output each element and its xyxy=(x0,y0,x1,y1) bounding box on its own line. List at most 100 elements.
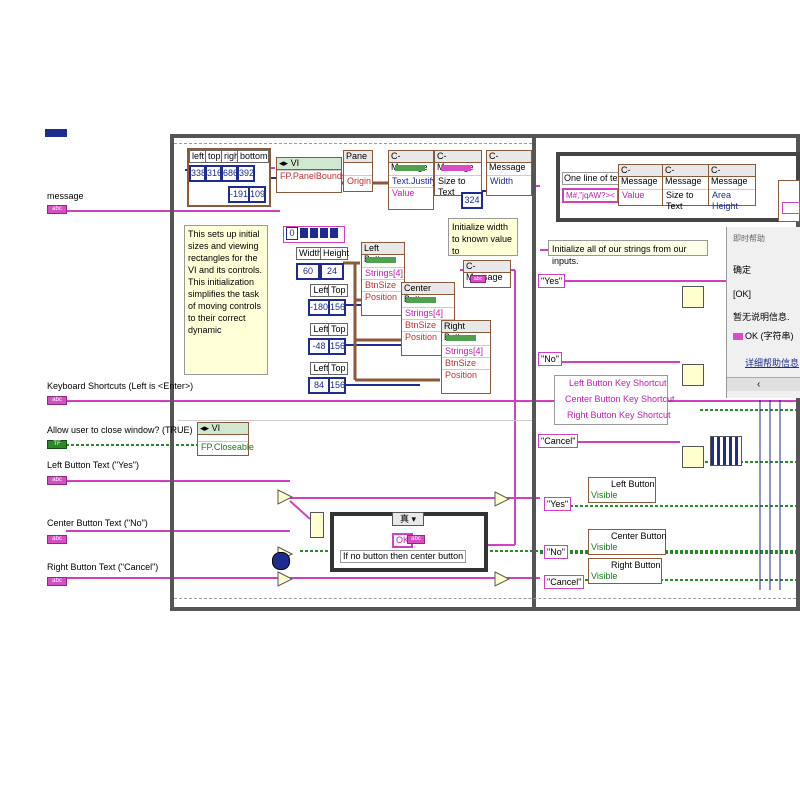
cancel-constant-1[interactable]: "Cancel" xyxy=(538,434,579,448)
left-button-visible-node[interactable]: Left Button Visible xyxy=(588,477,656,503)
bounds-value-left[interactable]: 338 xyxy=(189,165,206,182)
left-button-text-terminal[interactable]: abc xyxy=(47,476,67,485)
width-value[interactable]: 60 xyxy=(296,263,320,280)
index-array-icon xyxy=(710,436,742,466)
yes-constant-2[interactable]: "Yes" xyxy=(544,497,572,511)
case-selector[interactable]: 真 ▾ xyxy=(392,512,424,526)
message-terminal[interactable]: abc xyxy=(47,205,67,214)
cmessage-node-7[interactable]: C-Message Area Height xyxy=(708,164,756,211)
value-prop-1[interactable]: Value xyxy=(389,187,433,199)
no-constant-1[interactable]: "No" xyxy=(538,352,562,366)
compare-icon-4 xyxy=(494,491,511,507)
cmessage-node-3[interactable]: C-Message Width xyxy=(486,150,532,196)
cmessage-icon-2 xyxy=(441,165,471,171)
bundle-icon-3 xyxy=(682,446,704,468)
center-button-text-label: Center Button Text ("No") xyxy=(47,518,148,528)
cmessage-title-6: C-Message xyxy=(663,165,709,186)
top-value-2[interactable]: 156 xyxy=(328,338,346,355)
top-header-1: Top xyxy=(328,284,348,297)
allow-close-terminal[interactable]: TF xyxy=(47,440,67,449)
keyboard-shortcuts-terminal[interactable]: abc xyxy=(47,396,67,405)
build-array-icon xyxy=(310,512,324,538)
fp-panelbounds-prop[interactable]: FP.PanelBounds xyxy=(277,170,346,182)
btnsize-prop-1[interactable]: BtnSize xyxy=(362,279,404,291)
right-shortcut-prop[interactable]: Right Button Key Shortcut xyxy=(567,410,671,421)
pane-origin-y[interactable]: 109 xyxy=(248,186,266,203)
detailed-help-link[interactable]: 详细帮助信息 xyxy=(745,358,799,369)
right-button-text-label: Right Button Text ("Cancel") xyxy=(47,562,159,572)
visible-prop-1[interactable]: Visible xyxy=(591,490,617,501)
bounds-value-bottom[interactable]: 392 xyxy=(237,165,255,182)
origin-prop[interactable]: Origin xyxy=(344,175,372,187)
left-value-1[interactable]: -180 xyxy=(308,299,330,316)
strings4-prop-1[interactable]: Strings[4] xyxy=(362,267,404,279)
pane-origin-x[interactable]: -191 xyxy=(228,186,250,203)
visible-prop-2[interactable]: Visible xyxy=(591,542,617,553)
bounds-value-top[interactable]: 316 xyxy=(205,165,222,182)
text-justify-prop[interactable]: Text.Justify xyxy=(389,175,437,187)
cmessage-node-2[interactable]: C-Message Size to Text xyxy=(434,150,482,197)
right-button-node[interactable]: Right Button Strings[4] BtnSize Position xyxy=(441,320,491,394)
bounds-value-right[interactable]: 686 xyxy=(221,165,238,182)
center-shortcut-prop[interactable]: Center Button Key Shortcut xyxy=(565,394,675,405)
position-prop-1[interactable]: Position xyxy=(362,291,404,303)
pane-property-node[interactable]: Pane Origin xyxy=(343,150,373,192)
top-header-2: Top xyxy=(328,323,348,336)
cmessage-icon-1 xyxy=(395,165,425,171)
left-value-3[interactable]: 84 xyxy=(308,377,330,394)
right-button-text-terminal[interactable]: abc xyxy=(47,577,67,586)
strings4-prop-3[interactable]: Strings[4] xyxy=(442,345,490,357)
right-button-visible-node[interactable]: Right Button Visible xyxy=(588,558,662,584)
area-height-prop[interactable]: Area Height xyxy=(709,189,755,211)
left-shortcut-prop[interactable]: Left Button Key Shortcut xyxy=(569,378,667,389)
height-value[interactable]: 24 xyxy=(320,263,344,280)
cmessage-node-6[interactable]: C-Message Size to Text xyxy=(662,164,710,211)
left-button-node[interactable]: Left Button Strings[4] BtnSize Position xyxy=(361,242,405,316)
no-constant-2[interactable]: "No" xyxy=(544,545,568,559)
yes-constant-1[interactable]: "Yes" xyxy=(538,274,566,288)
or-function-icon xyxy=(272,552,290,570)
bundle-icon-2 xyxy=(682,364,704,386)
visible-prop-3[interactable]: Visible xyxy=(591,571,617,582)
width-prop[interactable]: Width xyxy=(487,175,531,187)
vi-closeable-node[interactable]: ◂▸ VI FP.Closeable xyxy=(197,422,254,456)
left-value-2[interactable]: -48 xyxy=(308,338,330,355)
cmessage-node-5[interactable]: C-Message Value xyxy=(618,164,664,206)
array-index-0[interactable]: 0 xyxy=(286,227,298,240)
partial-string-terminal xyxy=(782,202,800,214)
center-button-visible-node[interactable]: Center Button Visible xyxy=(588,529,667,555)
sample-string-constant[interactable]: M#,"jqAW?>< xyxy=(562,188,619,203)
cmessage-node-1[interactable]: C-Message Text.Justify Value xyxy=(388,150,437,210)
vi-ref-icon: ◂▸ xyxy=(279,158,289,168)
fp-closeable-prop[interactable]: FP.Closeable xyxy=(198,441,254,453)
width-value-324[interactable]: 324 xyxy=(461,192,483,209)
left-button-text-label: Left Button Text ("Yes") xyxy=(47,460,139,470)
right-button-icon xyxy=(446,335,476,341)
labview-block-diagram: message abc Keyboard Shortcuts (Left is … xyxy=(0,0,800,800)
position-prop-3[interactable]: Position xyxy=(442,369,490,381)
value-prop-2[interactable]: Value xyxy=(619,189,663,201)
top-header-3: Top xyxy=(328,362,348,375)
message-label: message xyxy=(47,191,84,201)
one-line-label: One line of text xyxy=(562,172,627,185)
strings4-prop-2[interactable]: Strings[4] xyxy=(402,307,454,319)
cmessage-node-4[interactable]: C-Message abc xyxy=(463,260,511,288)
context-help-window[interactable]: 即时帮助 确定 [OK] 暂无说明信息. OK (字符串) 详细帮助信息 ‹ xyxy=(726,227,800,398)
size-to-text-prop-2[interactable]: Size to Text xyxy=(663,189,709,211)
width-init-comment: Initialize width to known value to xyxy=(448,218,518,256)
left-button-icon xyxy=(366,257,396,263)
help-scroll-left-icon[interactable]: ‹ xyxy=(727,377,800,391)
center-button-text-terminal[interactable]: abc xyxy=(47,535,67,544)
vi-property-node[interactable]: ◂▸ VI FP.PanelBounds xyxy=(276,157,346,193)
size-to-text-prop-1[interactable]: Size to Text xyxy=(435,175,481,197)
frame-divider-bottom xyxy=(174,598,796,600)
cmessage-node-partial xyxy=(778,180,800,222)
top-value-3[interactable]: 156 xyxy=(328,377,346,394)
help-line-3: 暂无说明信息. xyxy=(733,312,790,322)
ok-string-terminal: abc xyxy=(407,535,425,544)
cmessage-title-2: C-Message xyxy=(435,151,481,172)
top-value-1[interactable]: 156 xyxy=(328,299,346,316)
cmessage-string-out: abc xyxy=(470,275,486,283)
btnsize-prop-3[interactable]: BtnSize xyxy=(442,357,490,369)
cancel-constant-2[interactable]: "Cancel" xyxy=(544,575,585,589)
